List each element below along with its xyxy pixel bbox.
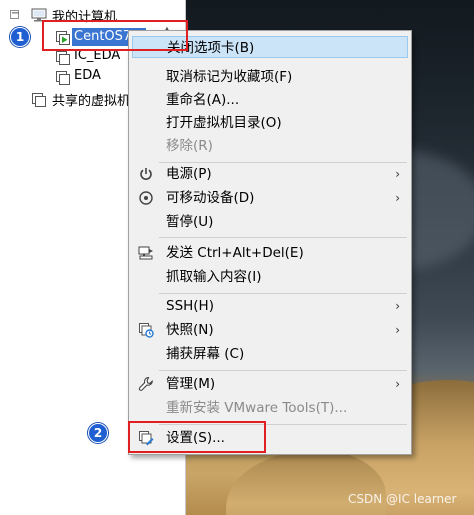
vm-icon bbox=[56, 71, 70, 85]
menu-item-label: 重新安装 VMware Tools(T)... bbox=[166, 400, 348, 416]
collapse-toggle[interactable]: − bbox=[10, 9, 19, 19]
menu-open-vm-directory[interactable]: 打开虚拟机目录(O) bbox=[132, 112, 408, 134]
annotation-box-settings bbox=[128, 421, 266, 453]
shared-vm-icon bbox=[32, 93, 46, 107]
menu-pause[interactable]: 暂停(U) bbox=[132, 211, 408, 233]
menu-separator bbox=[159, 370, 407, 371]
power-icon bbox=[140, 168, 152, 180]
submenu-arrow-icon: › bbox=[395, 167, 400, 181]
annotation-badge-2: 2 bbox=[88, 423, 108, 443]
menu-item-label: SSH(H) bbox=[166, 298, 214, 314]
menu-send-ctrl-alt-del[interactable]: 发送 Ctrl+Alt+Del(E) bbox=[132, 242, 408, 264]
vm-icon bbox=[56, 51, 70, 65]
menu-capture-screen[interactable]: 捕获屏幕 (C) bbox=[132, 343, 408, 365]
menu-item-label: 电源(P) bbox=[166, 166, 212, 182]
menu-power[interactable]: 电源(P) › bbox=[132, 163, 408, 185]
tree-item-eda[interactable]: EDA bbox=[74, 68, 101, 83]
removable-device-icon bbox=[139, 191, 153, 205]
wrench-icon bbox=[138, 376, 153, 391]
menu-item-label: 打开虚拟机目录(O) bbox=[166, 115, 282, 131]
menu-snapshot[interactable]: 快照(N) › bbox=[132, 319, 408, 341]
annotation-box-vm bbox=[42, 20, 188, 51]
menu-item-label: 管理(M) bbox=[166, 376, 216, 392]
menu-grab-input[interactable]: 抓取输入内容(I) bbox=[132, 266, 408, 288]
watermark: CSDN @IC learner bbox=[348, 492, 457, 506]
submenu-arrow-icon: › bbox=[395, 377, 400, 391]
menu-removable-devices[interactable]: 可移动设备(D) › bbox=[132, 187, 408, 209]
menu-remove: 移除(R) bbox=[132, 135, 408, 157]
menu-item-label: 重命名(A)... bbox=[166, 92, 240, 108]
tree-item-shared-vms[interactable]: 共享的虚拟机 bbox=[52, 90, 130, 109]
menu-item-label: 抓取输入内容(I) bbox=[166, 269, 262, 285]
menu-item-label: 取消标记为收藏项(F) bbox=[166, 69, 293, 85]
menu-item-label: 发送 Ctrl+Alt+Del(E) bbox=[166, 245, 304, 261]
menu-manage[interactable]: 管理(M) › bbox=[132, 373, 408, 395]
menu-ssh[interactable]: SSH(H) › bbox=[132, 295, 408, 317]
menu-item-label: 捕获屏幕 (C) bbox=[166, 346, 245, 362]
menu-reinstall-vmware-tools: 重新安装 VMware Tools(T)... bbox=[132, 397, 408, 419]
menu-item-label: 移除(R) bbox=[166, 138, 213, 154]
menu-separator bbox=[159, 293, 407, 294]
snapshot-icon bbox=[139, 323, 154, 338]
submenu-arrow-icon: › bbox=[395, 323, 400, 337]
send-keys-icon bbox=[138, 246, 153, 260]
menu-unfavorite[interactable]: 取消标记为收藏项(F) bbox=[132, 66, 408, 88]
submenu-arrow-icon: › bbox=[395, 299, 400, 313]
menu-separator bbox=[159, 237, 407, 238]
menu-rename[interactable]: 重命名(A)... bbox=[132, 89, 408, 111]
context-menu: 关闭选项卡(B) 取消标记为收藏项(F) 重命名(A)... 打开虚拟机目录(O… bbox=[128, 30, 412, 455]
annotation-badge-1: 1 bbox=[10, 27, 30, 47]
menu-item-label: 快照(N) bbox=[166, 322, 214, 338]
menu-item-label: 可移动设备(D) bbox=[166, 190, 255, 206]
menu-item-label: 暂停(U) bbox=[166, 214, 214, 230]
submenu-arrow-icon: › bbox=[395, 191, 400, 205]
